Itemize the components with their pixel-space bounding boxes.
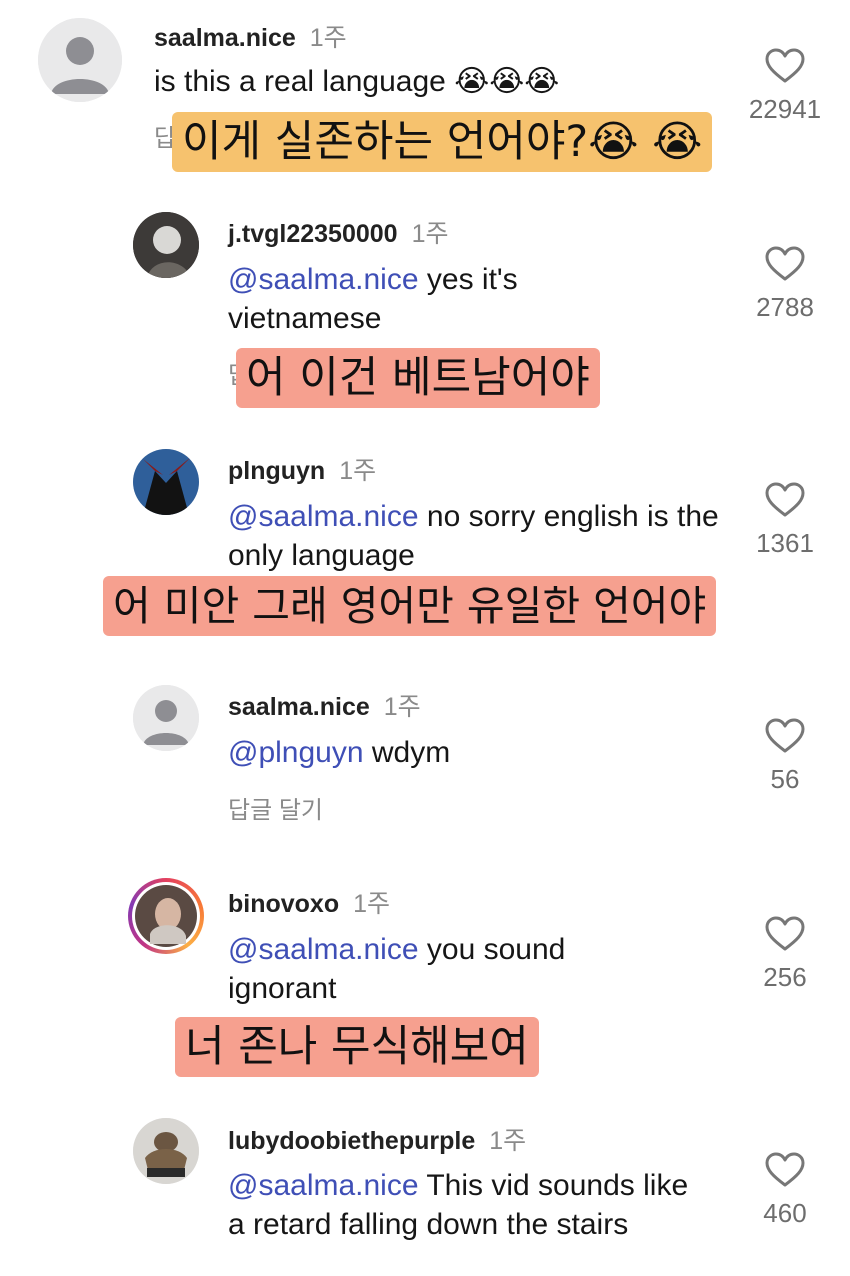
comment-text: @saalma.nice yes it's vietnamese [228, 260, 558, 338]
mention-link[interactable]: @saalma.nice [228, 1169, 419, 1202]
timestamp: 1주 [339, 457, 377, 485]
comment-body: wdym [363, 736, 451, 769]
comment-meta: plnguyn 1주 [228, 451, 376, 487]
comment-meta: saalma.nice 1주 [228, 687, 421, 723]
story-ring-avatar[interactable] [128, 878, 204, 954]
timestamp: 1주 [489, 1127, 527, 1155]
username[interactable]: binovoxo [228, 890, 339, 918]
user-avatar[interactable] [133, 1118, 199, 1184]
like-button[interactable]: 22941 [745, 48, 825, 125]
like-count: 460 [763, 1198, 807, 1228]
mention-link[interactable]: @saalma.nice [228, 263, 419, 296]
subtitle-caption: 어 미안 그래 영어만 유일한 언어야 [103, 576, 717, 636]
comment-text: @plnguyn wdym [228, 733, 708, 772]
mention-link[interactable]: @saalma.nice [228, 500, 419, 533]
username[interactable]: lubydoobiethepurple [228, 1127, 475, 1155]
timestamp: 1주 [309, 24, 347, 52]
person-icon [38, 18, 122, 102]
mention-link[interactable]: @saalma.nice [228, 933, 419, 966]
like-button[interactable]: 460 [745, 1152, 825, 1229]
avatar-photo-icon [133, 212, 199, 278]
like-count: 1361 [756, 528, 814, 558]
subtitle-caption: 이게 실존하는 언어야?😭 😭 [172, 112, 713, 172]
username[interactable]: saalma.nice [228, 693, 370, 721]
heart-outline-icon [765, 482, 805, 517]
timestamp: 1주 [353, 890, 391, 918]
reply-button[interactable]: 답글 달기 [228, 790, 323, 825]
timestamp: 1주 [383, 693, 421, 721]
like-button[interactable]: 56 [745, 718, 825, 795]
like-count: 2788 [756, 292, 814, 322]
heart-outline-icon [765, 916, 805, 951]
username[interactable]: plnguyn [228, 457, 325, 485]
default-avatar[interactable] [133, 685, 199, 751]
comment-text: @saalma.nice no sorry english is the onl… [228, 497, 728, 575]
default-avatar[interactable] [38, 18, 122, 102]
like-button[interactable]: 2788 [745, 246, 825, 323]
heart-outline-icon [765, 1152, 805, 1187]
username[interactable]: saalma.nice [154, 24, 296, 52]
avatar-photo-icon [133, 1118, 199, 1184]
comment-meta: binovoxo 1주 [228, 884, 390, 920]
like-button[interactable]: 1361 [745, 482, 825, 559]
username[interactable]: j.tvgl22350000 [228, 220, 398, 248]
comment-text: is this a real language 😭😭😭 [154, 62, 714, 101]
comment-text: @saalma.nice you sound ignorant [228, 930, 648, 1008]
like-count: 56 [770, 764, 800, 794]
comment-text: @saalma.nice This vid sounds like a reta… [228, 1166, 698, 1244]
heart-outline-icon [765, 718, 805, 753]
comment-meta: lubydoobiethepurple 1주 [228, 1121, 526, 1157]
like-count: 256 [763, 962, 807, 992]
like-button[interactable]: 256 [745, 916, 825, 993]
comment-meta: saalma.nice 1주 [154, 18, 347, 54]
avatar-photo-icon [132, 882, 200, 950]
mention-link[interactable]: @plnguyn [228, 736, 364, 769]
timestamp: 1주 [411, 220, 449, 248]
heart-outline-icon [765, 246, 805, 281]
person-icon [133, 685, 199, 751]
like-count: 22941 [748, 94, 822, 124]
subtitle-caption: 어 이건 베트남어야 [236, 348, 600, 408]
comment-meta: j.tvgl22350000 1주 [228, 214, 448, 250]
comment-body: is this a real language 😭😭😭 [154, 65, 560, 98]
user-avatar[interactable] [133, 212, 199, 278]
avatar-photo-icon [133, 449, 199, 515]
user-avatar[interactable] [133, 449, 199, 515]
subtitle-caption: 너 존나 무식해보여 [175, 1017, 539, 1077]
heart-outline-icon [765, 48, 805, 83]
